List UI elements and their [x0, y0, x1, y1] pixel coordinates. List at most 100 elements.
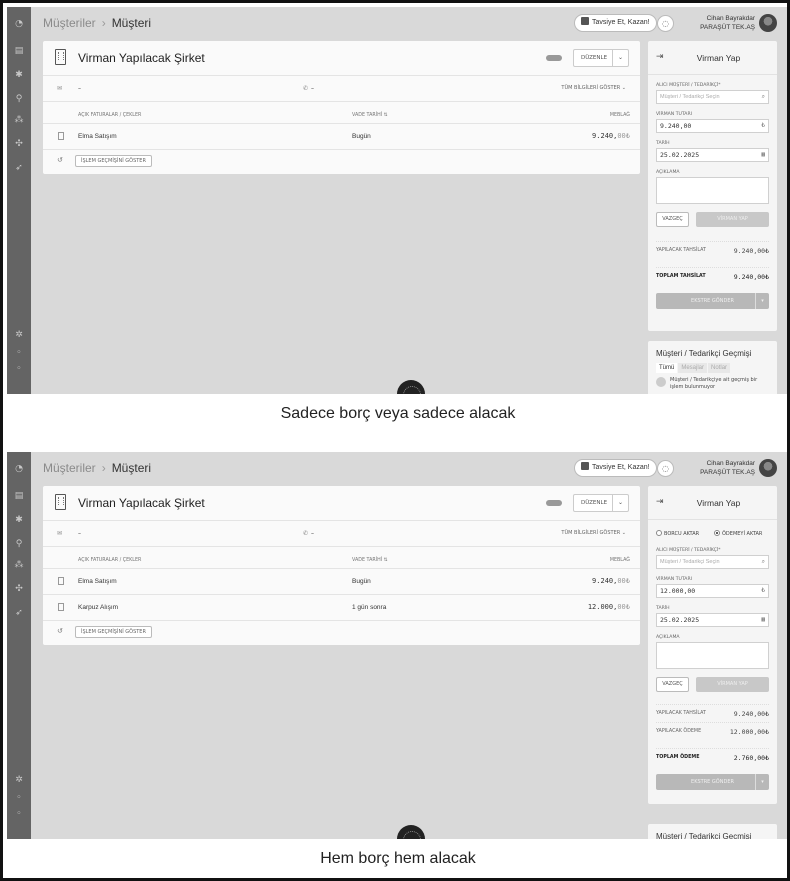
expenses-icon[interactable]: ✱ [12, 514, 26, 526]
breadcrumb-root[interactable]: Müşteriler [43, 461, 96, 475]
history-icon: ↺ [57, 627, 63, 635]
phone-icon: ✆ [303, 530, 309, 537]
tab-notes[interactable]: Notlar [708, 363, 731, 373]
dashboard-icon[interactable]: ◔ [12, 463, 26, 475]
show-all-info-link[interactable]: TÜM BİLGİLERİ GÖSTER ⌄ [561, 85, 626, 91]
send-statement-button[interactable]: EKSTRE GÖNDER ▾ [656, 774, 769, 790]
table-row[interactable]: Karpuz Alışım 1 gün sonra 12.000,00₺ [43, 595, 640, 621]
breadcrumb-root[interactable]: Müşteriler [43, 16, 96, 30]
screenshot-single-direction: ◔ ▤ ✱ ⚲ ⁂ ✣ ➶ ✲ ◦ ◦ Müşteriler › Müşteri T… [7, 7, 787, 394]
dropdown-arrow-icon[interactable]: ▾ [755, 774, 769, 790]
help-icon[interactable]: ◦ [12, 792, 26, 804]
customers-icon[interactable]: ⁂ [12, 114, 26, 126]
amount-field[interactable]: 9.240,00 ₺ [656, 119, 769, 133]
customer-title: Virman Yapılacak Şirket [78, 496, 205, 510]
cash-icon[interactable]: ⚲ [12, 538, 26, 550]
notifications-icon[interactable]: ◦ [12, 363, 26, 375]
calendar-icon[interactable]: ▦ [761, 614, 765, 626]
help-icon[interactable]: ◦ [12, 347, 26, 359]
col-due-label: VADE TARİHİ [352, 558, 383, 563]
rocket-icon[interactable]: ➶ [12, 162, 26, 174]
gift-icon [581, 462, 589, 470]
sales-icon[interactable]: ▤ [12, 45, 26, 57]
transfer-submit-button[interactable]: VİRMAN YAP [696, 212, 769, 227]
invoice-name[interactable]: Elma Satışım [78, 578, 117, 585]
date-field[interactable]: 25.02.2025 ▦ [656, 613, 769, 627]
sort-icon[interactable]: ⇅ [384, 558, 388, 563]
edit-button[interactable]: DÜZENLE ⌄ [573, 494, 629, 512]
expenses-icon[interactable]: ✱ [12, 69, 26, 81]
lira-icon: ₺ [761, 122, 765, 129]
amount-value: 12.000,00 [660, 587, 696, 595]
recipient-select[interactable]: Müşteri / Tedarikçi Seçin ⌕ [656, 555, 769, 569]
table-row[interactable]: Elma Satışım Bugün 9.240,00₺ [43, 124, 640, 150]
amount-field[interactable]: 12.000,00 ₺ [656, 584, 769, 598]
chat-icon[interactable]: ◌ [657, 15, 674, 32]
invoice-due: 1 gün sonra [352, 604, 387, 611]
calendar-icon[interactable]: ▦ [761, 149, 765, 161]
send-statement-button[interactable]: EKSTRE GÖNDER ▾ [656, 293, 769, 309]
invoice-name[interactable]: Karpuz Alışım [78, 604, 118, 611]
description-textarea[interactable] [656, 642, 769, 669]
history-title: Müşteri / Tedarikçi Geçmişi [656, 349, 752, 358]
transfer-title: Virman Yap [696, 53, 741, 63]
assistant-button[interactable] [397, 380, 425, 394]
rocket-icon[interactable]: ➶ [12, 607, 26, 619]
date-value: 25.02.2025 [660, 616, 700, 624]
cancel-button[interactable]: VAZGEÇ [656, 212, 689, 227]
cash-icon[interactable]: ⚲ [12, 93, 26, 105]
refer-button[interactable]: Tavsiye Et, Kazan! [574, 459, 657, 477]
tab-messages[interactable]: Mesajlar [678, 363, 708, 373]
transfer-header: ⇥ Virman Yap [648, 486, 777, 520]
tab-all[interactable]: Tümü [656, 363, 678, 373]
user-name: Cihan Bayrakdar [706, 15, 755, 22]
refer-button[interactable]: Tavsiye Et, Kazan! [574, 14, 657, 32]
reports-icon[interactable]: ✣ [12, 138, 26, 150]
history-title: Müşteri / Tedarikçi Geçmişi [656, 832, 752, 839]
payment-label: YAPILACAK ÖDEME [656, 729, 702, 734]
customers-icon[interactable]: ⁂ [12, 559, 26, 571]
dropdown-arrow-icon[interactable]: ▾ [755, 293, 769, 309]
amount-decimals: 00₺ [617, 603, 630, 611]
assistant-button[interactable] [397, 825, 425, 839]
amount-main: 9.240, [592, 132, 618, 140]
sales-icon[interactable]: ▤ [12, 490, 26, 502]
col-due-date[interactable]: VADE TARİHİ ⇅ [352, 558, 388, 563]
settings-icon[interactable]: ✲ [12, 774, 26, 786]
recipient-select[interactable]: Müşteri / Tedarikçi Seçin ⌕ [656, 90, 769, 104]
table-header: AÇIK FATURALAR / ÇEKLER VADE TARİHİ ⇅ ME… [43, 547, 640, 569]
radio-debt[interactable]: BORCU AKTAR [656, 530, 699, 537]
edit-button[interactable]: DÜZENLE ⌄ [573, 49, 629, 67]
reports-icon[interactable]: ✣ [12, 583, 26, 595]
description-textarea[interactable] [656, 177, 769, 204]
transfer-submit-button[interactable]: VİRMAN YAP [696, 677, 769, 692]
invoice-due: Bugün [352, 133, 371, 140]
avatar[interactable] [759, 459, 777, 477]
chevron-right-icon: › [101, 16, 106, 30]
radio-circle[interactable] [656, 530, 662, 536]
radio-payment[interactable]: ÖDEMEYİ AKTAR [714, 530, 762, 537]
show-history-button[interactable]: İŞLEM GEÇMİŞİNİ GÖSTER [75, 626, 152, 638]
invoice-name[interactable]: Elma Satışım [78, 133, 117, 140]
transfer-panel: ⇥ Virman Yap BORCU AKTAR ÖDEMEYİ AKTAR A… [648, 486, 777, 804]
user-menu[interactable]: Cihan Bayrakdar PARAŞÜT TEK.AŞ [700, 459, 755, 477]
radio-circle-selected[interactable] [714, 530, 720, 536]
collection-value: 9.240,00₺ [733, 710, 769, 718]
show-all-label: TÜM BİLGİLERİ GÖSTER [561, 85, 621, 91]
date-field[interactable]: 25.02.2025 ▦ [656, 148, 769, 162]
settings-icon[interactable]: ✲ [12, 329, 26, 341]
col-due-date[interactable]: VADE TARİHİ ⇅ [352, 113, 388, 118]
user-menu[interactable]: Cihan Bayrakdar PARAŞÜT TEK.AŞ [700, 14, 755, 32]
chevron-down-icon[interactable]: ⌄ [612, 495, 628, 511]
show-history-button[interactable]: İŞLEM GEÇMİŞİNİ GÖSTER [75, 155, 152, 167]
notifications-icon[interactable]: ◦ [12, 808, 26, 820]
cancel-button[interactable]: VAZGEÇ [656, 677, 689, 692]
avatar[interactable] [759, 14, 777, 32]
chat-icon[interactable]: ◌ [657, 460, 674, 477]
sort-icon[interactable]: ⇅ [384, 113, 388, 118]
chevron-down-icon[interactable]: ⌄ [612, 50, 628, 66]
amount-decimals: 00₺ [617, 577, 630, 585]
table-row[interactable]: Elma Satışım Bugün 9.240,00₺ [43, 569, 640, 595]
dashboard-icon[interactable]: ◔ [12, 18, 26, 30]
show-all-info-link[interactable]: TÜM BİLGİLERİ GÖSTER ⌄ [561, 530, 626, 536]
